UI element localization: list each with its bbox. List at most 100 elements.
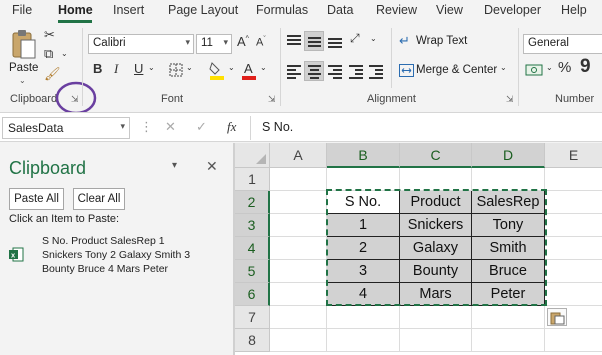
column-header-e[interactable]: E	[545, 143, 602, 168]
table-header-cell[interactable]: SalesRep	[472, 191, 545, 214]
increase-font-size-icon[interactable]: A^	[237, 34, 249, 49]
row-header-6[interactable]: 6	[235, 283, 270, 306]
table-cell[interactable]: Tony	[472, 214, 545, 237]
close-icon[interactable]: ✕	[206, 158, 218, 175]
table-header-cell[interactable]: Product	[400, 191, 472, 214]
tab-review[interactable]: Review	[376, 3, 417, 17]
tab-page-layout[interactable]: Page Layout	[168, 3, 238, 17]
cell[interactable]	[270, 306, 327, 329]
row-header-2[interactable]: 2	[235, 191, 270, 214]
select-all-corner[interactable]	[235, 143, 270, 168]
accounting-format-icon[interactable]	[525, 63, 543, 77]
cell[interactable]	[545, 168, 602, 191]
chevron-down-icon[interactable]: ⌄	[61, 49, 68, 58]
font-dialog-launcher-icon[interactable]: ⇲	[268, 94, 276, 105]
chevron-down-icon[interactable]: ⌄	[370, 34, 377, 43]
cell[interactable]	[472, 306, 545, 329]
formula-input[interactable]: S No.	[262, 120, 293, 134]
font-size-select[interactable]: 11 ▾	[196, 34, 232, 54]
top-align-icon[interactable]	[287, 34, 301, 48]
column-header-a[interactable]: A	[270, 143, 327, 168]
cell[interactable]	[270, 329, 327, 352]
row-header-3[interactable]: 3	[235, 214, 270, 237]
row-header-4[interactable]: 4	[235, 237, 270, 260]
chevron-down-icon[interactable]: ⌄	[228, 63, 235, 72]
cut-icon[interactable]: ✂	[44, 27, 55, 43]
table-cell[interactable]: Mars	[400, 283, 472, 306]
table-cell[interactable]: 3	[327, 260, 400, 283]
cell[interactable]	[400, 329, 472, 352]
table-cell[interactable]: Bounty	[400, 260, 472, 283]
cell[interactable]	[270, 260, 327, 283]
row-header-8[interactable]: 8	[235, 329, 270, 352]
merge-center-button[interactable]: Merge & Center	[416, 64, 497, 76]
row-header-5[interactable]: 5	[235, 260, 270, 283]
table-cell[interactable]: 1	[327, 214, 400, 237]
insert-function-icon[interactable]: fx	[227, 119, 236, 135]
paste-options-button[interactable]	[547, 308, 567, 326]
align-right-icon[interactable]	[328, 64, 342, 79]
cell[interactable]	[472, 168, 545, 191]
italic-button[interactable]: I	[114, 61, 118, 77]
tab-help[interactable]: Help	[561, 3, 587, 17]
enter-check-icon[interactable]: ✓	[196, 119, 207, 135]
column-header-c[interactable]: C	[400, 143, 472, 168]
paste-button[interactable]: Paste ⌄	[8, 28, 40, 90]
row-header-7[interactable]: 7	[235, 306, 270, 329]
paste-all-button[interactable]: Paste All	[9, 188, 64, 210]
chevron-down-icon[interactable]: ⌄	[500, 63, 507, 72]
font-color-icon[interactable]: A	[241, 60, 257, 82]
align-left-icon[interactable]	[287, 64, 301, 79]
cell[interactable]	[400, 306, 472, 329]
bottom-align-icon[interactable]	[328, 34, 342, 48]
cell[interactable]	[545, 329, 602, 352]
bold-button[interactable]: B	[93, 61, 102, 76]
cell[interactable]	[545, 237, 602, 260]
cell[interactable]	[472, 329, 545, 352]
table-cell[interactable]: Bruce	[472, 260, 545, 283]
cell[interactable]	[545, 214, 602, 237]
cell[interactable]	[327, 168, 400, 191]
number-format-select[interactable]: General	[523, 34, 602, 54]
cancel-icon[interactable]: ✕	[165, 119, 176, 135]
chevron-down-icon[interactable]: ⌄	[186, 63, 193, 72]
orientation-icon[interactable]: ⤢	[350, 31, 360, 46]
table-cell[interactable]: Snickers	[400, 214, 472, 237]
tab-developer[interactable]: Developer	[484, 3, 541, 17]
column-header-d[interactable]: D	[472, 143, 545, 168]
chevron-down-icon[interactable]: ⌄	[260, 63, 267, 72]
row-header-1[interactable]: 1	[235, 168, 270, 191]
clipboard-item[interactable]: x S No. Product SalesRep 1 Snickers Tony…	[6, 232, 226, 280]
cell[interactable]	[400, 168, 472, 191]
tab-insert[interactable]: Insert	[113, 3, 144, 17]
underline-button[interactable]: U	[134, 61, 143, 76]
clear-all-button[interactable]: Clear All	[73, 188, 125, 210]
table-cell[interactable]: Smith	[472, 237, 545, 260]
table-cell[interactable]: Galaxy	[400, 237, 472, 260]
middle-align-button[interactable]	[304, 31, 324, 51]
merge-center-icon[interactable]	[399, 64, 414, 77]
fill-color-icon[interactable]	[209, 60, 225, 82]
table-cell[interactable]: 2	[327, 237, 400, 260]
copy-icon[interactable]: ⧉	[44, 46, 53, 62]
pane-options-icon[interactable]: ▾	[172, 160, 177, 171]
table-cell[interactable]: 4	[327, 283, 400, 306]
decrease-font-size-icon[interactable]: Aˇ	[256, 36, 266, 49]
cell[interactable]	[327, 329, 400, 352]
table-cell[interactable]: Peter	[472, 283, 545, 306]
center-align-button[interactable]	[304, 61, 324, 81]
cell[interactable]	[270, 191, 327, 214]
cell[interactable]	[270, 168, 327, 191]
decrease-indent-icon[interactable]	[349, 64, 363, 79]
chevron-down-icon[interactable]: ⌄	[148, 63, 155, 72]
cell[interactable]	[545, 191, 602, 214]
tab-home[interactable]: Home	[58, 3, 93, 17]
cell[interactable]	[327, 306, 400, 329]
cell[interactable]	[270, 237, 327, 260]
alignment-dialog-launcher-icon[interactable]: ⇲	[506, 94, 514, 105]
table-header-cell[interactable]: S No.	[327, 191, 400, 214]
tab-file[interactable]: File	[12, 3, 32, 17]
tab-data[interactable]: Data	[327, 3, 353, 17]
chevron-down-icon[interactable]: ⌄	[546, 63, 553, 72]
comma-style-button[interactable]: 9	[580, 56, 591, 78]
